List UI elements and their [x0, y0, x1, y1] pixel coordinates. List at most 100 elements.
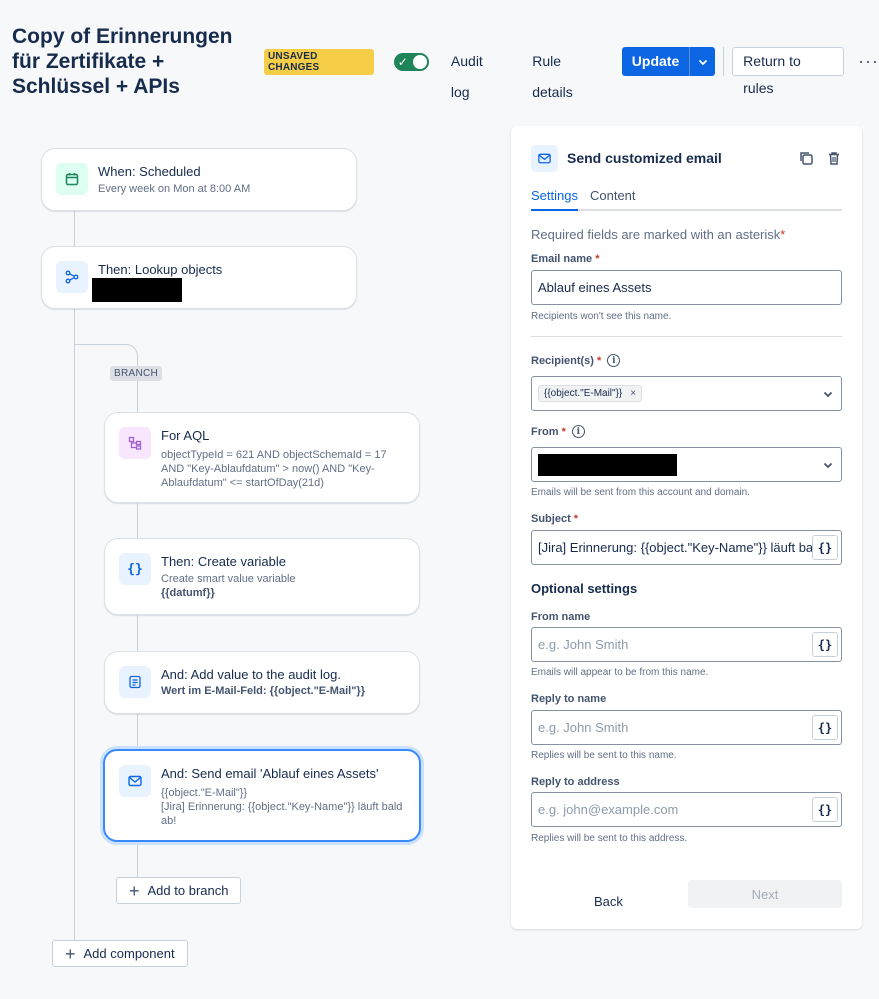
copy-icon[interactable] — [798, 150, 814, 166]
rule-details-button[interactable]: Rule details — [518, 46, 618, 100]
trigger-node-scheduled[interactable]: When: Scheduled Every week on Mon at 8:0… — [41, 148, 357, 211]
node-detail: {{datumf}} — [161, 587, 215, 599]
tab-content[interactable]: Content — [590, 188, 636, 211]
from-name-label: From name — [531, 611, 591, 623]
mail-icon — [119, 765, 151, 797]
input-value: Ablauf eines Assets — [538, 280, 652, 295]
audit-log-button[interactable]: Audit log — [437, 46, 518, 100]
update-button-group: Update — [621, 47, 716, 76]
recipients-select[interactable]: {{object."E-Mail"}} × — [531, 376, 842, 411]
close-icon[interactable]: × — [630, 388, 636, 399]
required-note: Required fields are marked with an aster… — [531, 227, 785, 242]
connector-line — [137, 614, 138, 652]
redacted-block — [538, 453, 677, 476]
connector-line — [74, 308, 75, 940]
info-icon[interactable]: i — [571, 425, 585, 438]
node-title: When: Scheduled — [98, 164, 201, 179]
node-title: For AQL — [161, 428, 210, 443]
email-name-input[interactable]: Ablauf eines Assets — [531, 270, 842, 305]
node-subtitle: Every week on Mon at 8:00 AM — [98, 183, 251, 195]
reply-to-name-input[interactable]: e.g. John Smith {} — [531, 710, 842, 745]
return-to-rules-button[interactable]: Return to rules — [732, 47, 845, 96]
connector-line — [137, 502, 138, 539]
connector-line — [137, 713, 138, 750]
from-select[interactable] — [531, 447, 842, 482]
action-node-send-email[interactable]: And: Send email 'Ablauf eines Assets' {{… — [103, 749, 421, 842]
more-options-button[interactable]: ··· — [858, 51, 879, 72]
subject-input[interactable]: [Jira] Erinnerung: {{object."Key-Name"}}… — [531, 530, 842, 565]
chevron-down-icon[interactable] — [821, 459, 835, 471]
asterisk: * — [595, 253, 600, 265]
document-icon — [119, 666, 151, 698]
reply-to-address-input[interactable]: e.g. john@example.com {} — [531, 792, 842, 827]
panel-header: Send customized email — [531, 144, 842, 172]
node-title: Then: Lookup objects — [98, 262, 223, 277]
node-subtitle: objectTypeId = 621 AND objectSchemaId = … — [161, 449, 387, 489]
plus-icon: + — [65, 943, 76, 964]
node-title: Then: Create variable — [161, 554, 287, 569]
curly-braces-icon: {} — [119, 553, 151, 585]
subject-label: Subject * — [531, 513, 578, 525]
input-placeholder: e.g. john@example.com — [538, 802, 679, 817]
select-value — [538, 453, 821, 476]
add-component-button[interactable]: + Add component — [52, 940, 188, 967]
page-title: Copy of Erinnerungen für Zertifikate + S… — [12, 25, 233, 98]
asterisk: * — [573, 513, 579, 525]
input-value: [Jira] Erinnerung: {{object."Key-Name"}}… — [538, 540, 812, 555]
action-node-audit-log[interactable]: And: Add value to the audit log. Wert im… — [104, 651, 420, 714]
mail-icon — [531, 144, 558, 172]
from-name-input[interactable]: e.g. John Smith {} — [531, 627, 842, 662]
add-to-branch-button[interactable]: + Add to branch — [116, 877, 242, 904]
reply-to-address-label: Reply to address — [531, 776, 620, 788]
connector-line — [137, 841, 138, 877]
toggle-knob — [412, 54, 427, 69]
section-divider — [531, 336, 842, 337]
recipient-chip: {{object."E-Mail"}} × — [538, 385, 643, 402]
connector-line — [74, 210, 75, 247]
lookup-icon — [56, 261, 88, 293]
plus-icon: + — [129, 880, 140, 901]
input-placeholder: e.g. John Smith — [538, 637, 629, 652]
update-button[interactable]: Update — [621, 47, 690, 76]
update-dropdown-button[interactable] — [689, 47, 716, 76]
unsaved-changes-badge: UNSAVED CHANGES — [264, 48, 374, 75]
label-text: Subject — [531, 513, 571, 525]
email-name-helper: Recipients won't see this name. — [531, 311, 672, 322]
info-icon[interactable]: i — [607, 354, 621, 367]
optional-settings-title: Optional settings — [531, 581, 638, 596]
toolbar-divider — [723, 47, 725, 76]
recipients-label: Recipient(s) * i — [531, 354, 621, 367]
trash-icon[interactable] — [826, 150, 842, 166]
label-text: Email name — [531, 253, 593, 265]
node-subtitle: {{object."E-Mail"}} — [161, 787, 248, 799]
smart-value-button[interactable]: {} — [812, 632, 838, 657]
back-button[interactable]: Back — [594, 894, 623, 909]
reply-to-address-helper: Replies will be sent to this address. — [531, 833, 688, 844]
next-button[interactable]: Next — [688, 880, 842, 908]
chip-label: {{object."E-Mail"}} — [544, 388, 623, 399]
asterisk: * — [780, 227, 786, 242]
branch-node-for-aql[interactable]: For AQL objectTypeId = 621 AND objectSch… — [104, 412, 420, 503]
branch-label: BRANCH — [110, 366, 163, 381]
action-node-lookup-objects[interactable]: Then: Lookup objects — [41, 246, 357, 309]
chevron-down-icon — [698, 59, 707, 65]
reply-to-name-helper: Replies will be sent to this name. — [531, 750, 677, 761]
connector-line — [137, 382, 138, 412]
action-node-create-variable[interactable]: {} Then: Create variable Create smart va… — [104, 538, 420, 615]
from-label: From * i — [531, 425, 585, 438]
rule-enabled-toggle[interactable]: ✓ — [393, 52, 429, 71]
tab-settings[interactable]: Settings — [531, 188, 578, 211]
smart-value-button[interactable]: {} — [812, 797, 838, 822]
chevron-down-icon[interactable] — [821, 388, 835, 400]
reply-to-name-label: Reply to name — [531, 693, 607, 705]
header-toolbar: UNSAVED CHANGES ✓ Audit log Rule details… — [264, 46, 879, 100]
button-label: Add component — [83, 946, 175, 961]
from-helper: Emails will be sent from this account an… — [531, 487, 750, 498]
node-detail: Wert im E-Mail-Feld: {{object."E-Mail"}} — [161, 685, 365, 697]
smart-value-button[interactable]: {} — [812, 535, 838, 560]
smart-value-button[interactable]: {} — [812, 715, 838, 740]
label-text: From — [531, 425, 559, 438]
button-label: Add to branch — [147, 883, 229, 898]
chip-container: {{object."E-Mail"}} × — [538, 385, 821, 402]
input-placeholder: e.g. John Smith — [538, 720, 629, 735]
